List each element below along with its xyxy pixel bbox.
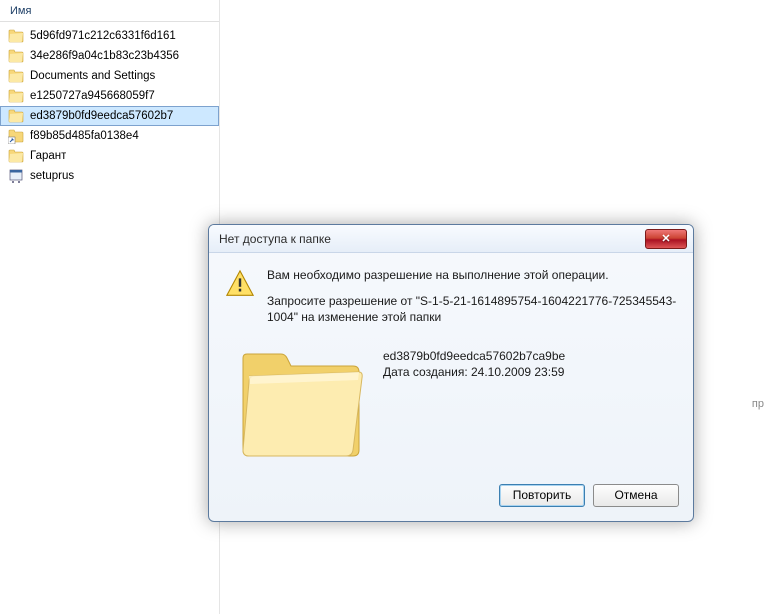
file-list-panel: Имя 5d96fd971c212c6331f6d161 34e286f9a04c… [0,0,220,614]
dialog-titlebar[interactable]: Нет доступа к папке ✕ [209,225,693,253]
folder-name-text: ed3879b0fd9eedca57602b7ca9be [383,348,565,365]
column-header-label: Имя [10,5,31,17]
file-name-label: ed3879b0fd9eedca57602b7 [30,110,173,122]
file-row[interactable]: 5d96fd971c212c6331f6d161 [0,26,219,46]
file-name-label: 34e286f9a04c1b83c23b4356 [30,50,179,62]
folder-icon [8,88,24,104]
cancel-button[interactable]: Отмена [593,484,679,507]
dialog-message: Вам необходимо разрешение на выполнение … [267,267,677,336]
message-line-2: Запросите разрешение от "S-1-5-21-161489… [267,293,677,325]
warning-icon [225,269,255,299]
folder-icon [8,148,24,164]
file-row[interactable]: Гарант [0,146,219,166]
application-icon [8,168,24,184]
file-list: 5d96fd971c212c6331f6d161 34e286f9a04c1b83… [0,22,219,190]
message-line-1: Вам необходимо разрешение на выполнение … [267,267,677,283]
truncated-text: пр [752,398,764,410]
file-row[interactable]: Documents and Settings [0,66,219,86]
dialog-button-row: Повторить Отмена [209,474,693,521]
dialog-body: Вам необходимо разрешение на выполнение … [209,253,693,474]
file-name-label: setuprus [30,170,74,182]
folder-info: ed3879b0fd9eedca57602b7ca9be Дата создан… [383,346,565,464]
folder-icon [8,48,24,64]
folder-icon [8,108,24,124]
file-row[interactable]: e1250727a945668059f7 [0,86,219,106]
file-name-label: e1250727a945668059f7 [30,90,155,102]
file-name-label: Гарант [30,150,66,162]
file-row[interactable]: ed3879b0fd9eedca57602b7 [0,106,219,126]
folder-icon [8,68,24,84]
retry-button[interactable]: Повторить [499,484,585,507]
file-row[interactable]: 34e286f9a04c1b83c23b4356 [0,46,219,66]
close-icon: ✕ [661,232,670,245]
file-row[interactable]: setuprus [0,166,219,186]
close-button[interactable]: ✕ [645,229,687,249]
large-folder-icon [235,346,365,464]
folder-icon [8,28,24,44]
file-name-label: 5d96fd971c212c6331f6d161 [30,30,176,42]
file-name-label: f89b85d485fa0138e4 [30,130,139,142]
dialog-title: Нет доступа к папке [219,232,645,246]
file-row[interactable]: f89b85d485fa0138e4 [0,126,219,146]
access-denied-dialog: Нет доступа к папке ✕ Вам необходимо раз… [208,224,694,522]
folder-shortcut-icon [8,128,24,144]
file-name-label: Documents and Settings [30,70,155,82]
column-header-name[interactable]: Имя [0,0,219,22]
folder-created-text: Дата создания: 24.10.2009 23:59 [383,364,565,381]
